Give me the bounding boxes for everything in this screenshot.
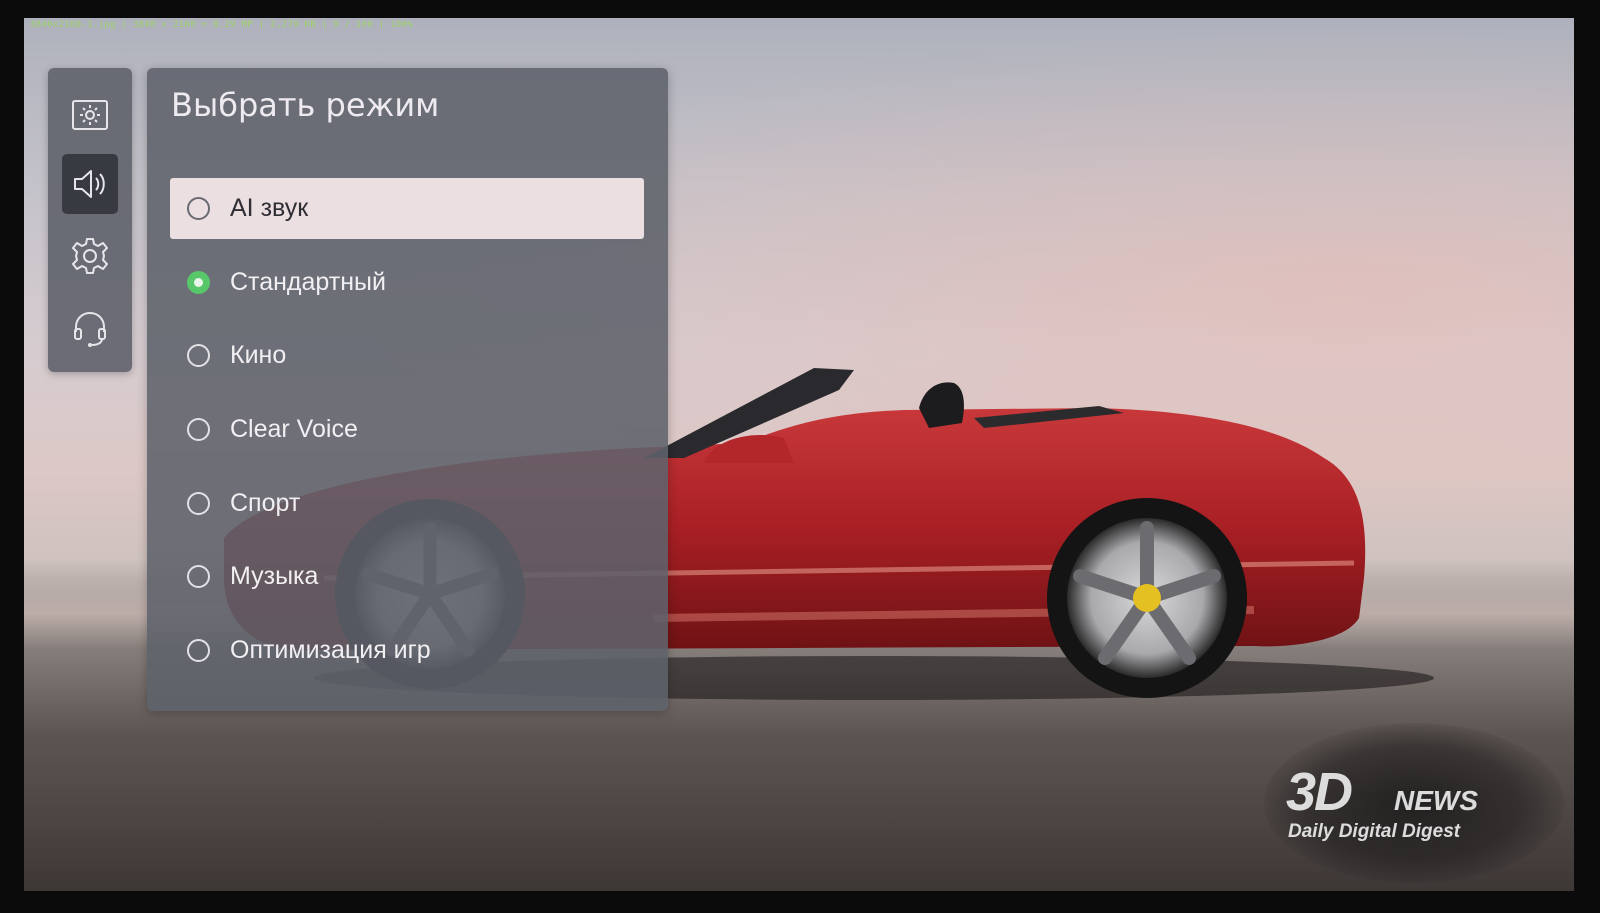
option-music[interactable]: Музыка — [170, 546, 644, 607]
radio-button — [187, 639, 210, 662]
option-label: Кино — [230, 341, 287, 369]
option-label: Оптимизация игр — [230, 636, 431, 664]
option-cinema[interactable]: Кино — [170, 325, 644, 386]
radio-button — [187, 565, 210, 588]
option-game-optimizer[interactable]: Оптимизация игр — [170, 620, 644, 681]
option-label: Музыка — [230, 562, 319, 590]
watermark-logo: 3D — [1286, 762, 1353, 822]
option-sport[interactable]: Спорт — [170, 473, 644, 534]
sound-icon — [74, 170, 105, 198]
rail-support-button[interactable] — [62, 298, 118, 358]
option-label: Стандартный — [230, 268, 386, 296]
option-ai-sound[interactable]: AI звук — [170, 178, 644, 239]
option-label: Clear Voice — [230, 415, 358, 443]
rail-sound-button[interactable] — [62, 154, 118, 214]
radio-button-checked — [187, 271, 210, 294]
panel-title: Выбрать режим — [171, 86, 440, 124]
watermark-brand: NEWS — [1394, 785, 1478, 816]
watermark-3dnews: 3D NEWS Daily Digital Digest — [1264, 723, 1564, 883]
radio-button — [187, 492, 210, 515]
option-standard[interactable]: Стандартный — [170, 252, 644, 313]
image-info-overlay: 3840x2160-1.jpg | 3840 × 2160 = 8.29 MP … — [30, 20, 414, 30]
radio-button — [187, 418, 210, 441]
sound-mode-panel: Выбрать режим AI звук Стандартный Кино C… — [147, 68, 668, 711]
rail-general-button[interactable] — [62, 226, 118, 286]
headset-icon — [74, 311, 106, 347]
option-label: AI звук — [230, 194, 309, 222]
gear-icon — [72, 238, 108, 274]
settings-side-rail — [48, 68, 132, 372]
radio-button — [187, 197, 210, 220]
option-label: Спорт — [230, 489, 301, 517]
radio-button — [187, 344, 210, 367]
watermark-tagline: Daily Digital Digest — [1288, 821, 1461, 842]
tv-screen: 3840x2160-1.jpg | 3840 × 2160 = 8.29 MP … — [24, 18, 1574, 891]
picture-settings-icon — [72, 100, 108, 130]
rail-picture-button[interactable] — [62, 85, 118, 145]
option-clear-voice[interactable]: Clear Voice — [170, 399, 644, 460]
